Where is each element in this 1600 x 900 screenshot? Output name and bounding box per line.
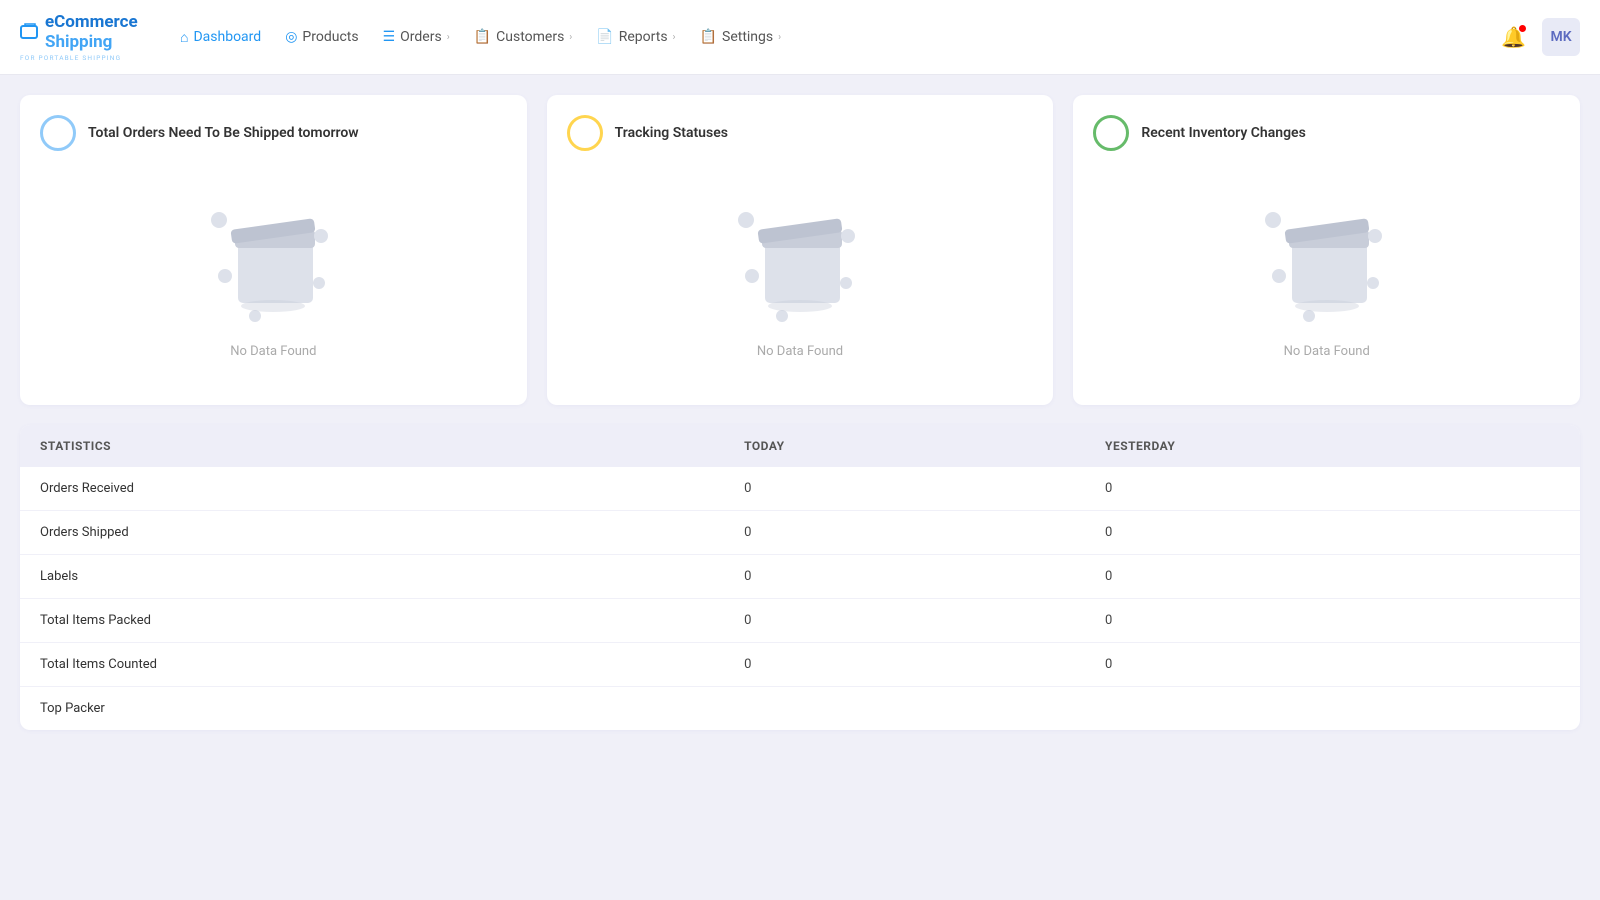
stats-today: 0 [724, 599, 1085, 643]
empty-text-orders: No Data Found [230, 344, 316, 359]
stats-row: Total Items Counted 0 0 [20, 643, 1580, 687]
col-header-yesterday: YESTERDAY [1085, 425, 1580, 467]
card-title-orders: Total Orders Need To Be Shipped tomorrow [88, 125, 359, 141]
stats-label: Orders Received [20, 467, 724, 511]
card-title-tracking: Tracking Statuses [615, 125, 728, 141]
stats-header-row: STATISTICS TODAY YESTERDAY [20, 425, 1580, 467]
stats-table-body: Orders Received 0 0 Orders Shipped 0 0 L… [20, 467, 1580, 730]
stats-row: Orders Shipped 0 0 [20, 511, 1580, 555]
empty-illustration-orders [203, 188, 343, 328]
stats-yesterday: 0 [1085, 643, 1580, 687]
stats-table-header: STATISTICS TODAY YESTERDAY [20, 425, 1580, 467]
statistics-table: STATISTICS TODAY YESTERDAY Orders Receiv… [20, 425, 1580, 730]
stats-label: Top Packer [20, 687, 724, 731]
notifications-button[interactable]: 🔔 [1501, 25, 1526, 49]
header: eCommerce Shipping FOR PORTABLE SHIPPING… [0, 0, 1600, 75]
logo[interactable]: eCommerce Shipping FOR PORTABLE SHIPPING [20, 12, 140, 62]
stats-label: Labels [20, 555, 724, 599]
card-header-orders: Total Orders Need To Be Shipped tomorrow [40, 115, 359, 151]
card-body-orders: No Data Found [40, 161, 507, 385]
cards-row: Total Orders Need To Be Shipped tomorrow [20, 95, 1580, 405]
nav-orders[interactable]: ☰ Orders › [373, 23, 460, 51]
card-tracking-statuses: Tracking Statuses No [547, 95, 1054, 405]
user-avatar[interactable]: MK [1542, 18, 1580, 56]
stats-row: Total Items Packed 0 0 [20, 599, 1580, 643]
notification-dot [1519, 25, 1526, 32]
stats-label: Total Items Packed [20, 599, 724, 643]
stats-today: 0 [724, 511, 1085, 555]
empty-text-inventory: No Data Found [1284, 344, 1370, 359]
stats-label: Orders Shipped [20, 511, 724, 555]
card-body-tracking: No Data Found [567, 161, 1034, 385]
settings-chevron: › [778, 32, 781, 43]
card-header-tracking: Tracking Statuses [567, 115, 728, 151]
stats-yesterday: 0 [1085, 467, 1580, 511]
nav-dashboard[interactable]: ⌂ Dashboard [170, 23, 271, 52]
stats-today: 0 [724, 643, 1085, 687]
empty-illustration-inventory [1257, 188, 1397, 328]
empty-illustration-tracking [730, 188, 870, 328]
card-body-inventory: No Data Found [1093, 161, 1560, 385]
settings-icon: 📋 [700, 29, 717, 45]
card-inventory-changes: Recent Inventory Changes [1073, 95, 1580, 405]
stats-row: Top Packer [20, 687, 1580, 731]
statistics-section: STATISTICS TODAY YESTERDAY Orders Receiv… [20, 425, 1580, 730]
stats-today [724, 687, 1085, 731]
stats-label: Total Items Counted [20, 643, 724, 687]
card-circle-tracking [567, 115, 603, 151]
empty-text-tracking: No Data Found [757, 344, 843, 359]
reports-icon: 📄 [596, 29, 613, 45]
stats-yesterday: 0 [1085, 555, 1580, 599]
stats-row: Orders Received 0 0 [20, 467, 1580, 511]
brand-tagline: FOR PORTABLE SHIPPING [20, 54, 121, 62]
reports-chevron: › [673, 32, 676, 43]
stats-yesterday: 0 [1085, 511, 1580, 555]
customers-icon: 📋 [474, 29, 491, 45]
col-header-today: TODAY [724, 425, 1085, 467]
orders-chevron: › [447, 32, 450, 43]
header-right: 🔔 MK [1501, 18, 1580, 56]
stats-today: 0 [724, 467, 1085, 511]
products-icon: ◎ [285, 29, 297, 45]
customers-chevron: › [569, 32, 572, 43]
main-nav: ⌂ Dashboard ◎ Products ☰ Orders › 📋 Cust… [170, 23, 1501, 52]
brand-name: eCommerce Shipping [45, 12, 138, 52]
card-title-inventory: Recent Inventory Changes [1141, 125, 1305, 141]
stats-yesterday [1085, 687, 1580, 731]
col-header-statistics: STATISTICS [20, 425, 724, 467]
main-content: Total Orders Need To Be Shipped tomorrow [0, 75, 1600, 750]
nav-settings[interactable]: 📋 Settings › [690, 23, 792, 51]
nav-reports[interactable]: 📄 Reports › [586, 23, 685, 51]
stats-row: Labels 0 0 [20, 555, 1580, 599]
card-circle-orders [40, 115, 76, 151]
card-orders-to-ship: Total Orders Need To Be Shipped tomorrow [20, 95, 527, 405]
nav-products[interactable]: ◎ Products [275, 23, 368, 51]
home-icon: ⌂ [180, 29, 188, 46]
card-circle-inventory [1093, 115, 1129, 151]
nav-customers[interactable]: 📋 Customers › [464, 23, 583, 51]
stats-today: 0 [724, 555, 1085, 599]
orders-icon: ☰ [383, 29, 396, 45]
stats-yesterday: 0 [1085, 599, 1580, 643]
card-header-inventory: Recent Inventory Changes [1093, 115, 1305, 151]
